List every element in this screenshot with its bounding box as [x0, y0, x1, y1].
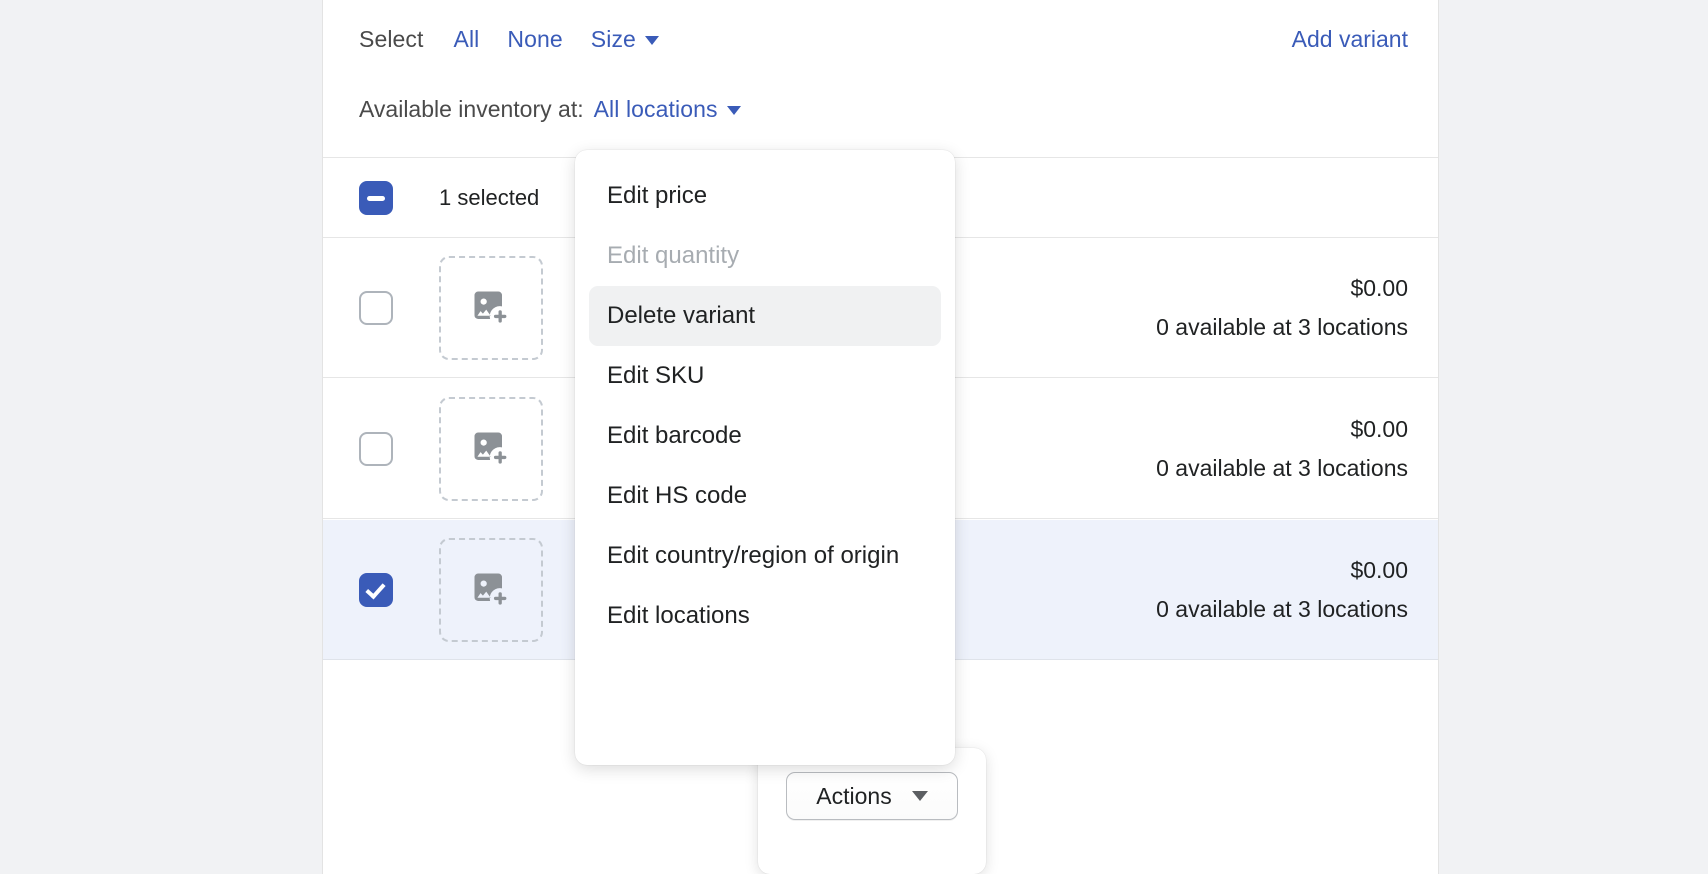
select-none-link[interactable]: None [507, 26, 562, 53]
variant-row-checkbox[interactable] [359, 291, 393, 325]
locations-dropdown-label: All locations [594, 96, 718, 123]
variant-metrics: $0.00 0 available at 3 locations [1156, 557, 1408, 623]
variant-price: $0.00 [1156, 416, 1408, 443]
menu-item-edit-country-of-origin[interactable]: Edit country/region of origin [589, 526, 941, 586]
inventory-prefix-label: Available inventory at: [359, 96, 584, 123]
menu-item-edit-sku[interactable]: Edit SKU [589, 346, 941, 406]
add-image-icon [469, 568, 513, 612]
variant-metrics: $0.00 0 available at 3 locations [1156, 416, 1408, 482]
select-all-checkbox-indeterminate[interactable] [359, 181, 393, 215]
menu-item-edit-barcode[interactable]: Edit barcode [589, 406, 941, 466]
menu-item-edit-price[interactable]: Edit price [589, 166, 941, 226]
variant-metrics: $0.00 0 available at 3 locations [1156, 275, 1408, 341]
variant-availability: 0 available at 3 locations [1156, 314, 1408, 341]
add-variant-link[interactable]: Add variant [1292, 26, 1408, 53]
size-dropdown-label: Size [591, 26, 636, 53]
variant-image-placeholder[interactable] [439, 397, 543, 501]
indeterminate-dash-icon [367, 196, 385, 201]
variant-row-checkbox[interactable] [359, 432, 393, 466]
chevron-down-icon [912, 791, 928, 801]
menu-item-edit-locations[interactable]: Edit locations [589, 586, 941, 646]
variant-price: $0.00 [1156, 557, 1408, 584]
variant-image-placeholder[interactable] [439, 256, 543, 360]
variant-row-checkbox[interactable] [359, 573, 393, 607]
menu-item-edit-quantity: Edit quantity [589, 226, 941, 286]
variant-price: $0.00 [1156, 275, 1408, 302]
add-image-icon [469, 427, 513, 471]
variant-image-placeholder[interactable] [439, 538, 543, 642]
select-all-link[interactable]: All [454, 26, 480, 53]
actions-popover: Actions [758, 748, 986, 874]
variant-availability: 0 available at 3 locations [1156, 455, 1408, 482]
variant-availability: 0 available at 3 locations [1156, 596, 1408, 623]
chevron-down-icon [645, 36, 659, 45]
menu-item-edit-hs-code[interactable]: Edit HS code [589, 466, 941, 526]
inventory-location-bar: Available inventory at: All locations [323, 78, 1438, 140]
bulk-actions-menu: Edit price Edit quantity Delete variant … [575, 150, 955, 765]
actions-button-label: Actions [816, 783, 891, 810]
locations-dropdown[interactable]: All locations [594, 96, 741, 123]
menu-item-delete-variant[interactable]: Delete variant [589, 286, 941, 346]
select-toolbar: Select All None Size Add variant [323, 0, 1438, 78]
select-label: Select [359, 26, 424, 53]
checkmark-icon [365, 578, 385, 599]
actions-button[interactable]: Actions [786, 772, 958, 820]
chevron-down-icon [727, 106, 741, 115]
selected-count-label: 1 selected [439, 185, 539, 211]
size-dropdown[interactable]: Size [591, 26, 659, 53]
add-image-icon [469, 286, 513, 330]
